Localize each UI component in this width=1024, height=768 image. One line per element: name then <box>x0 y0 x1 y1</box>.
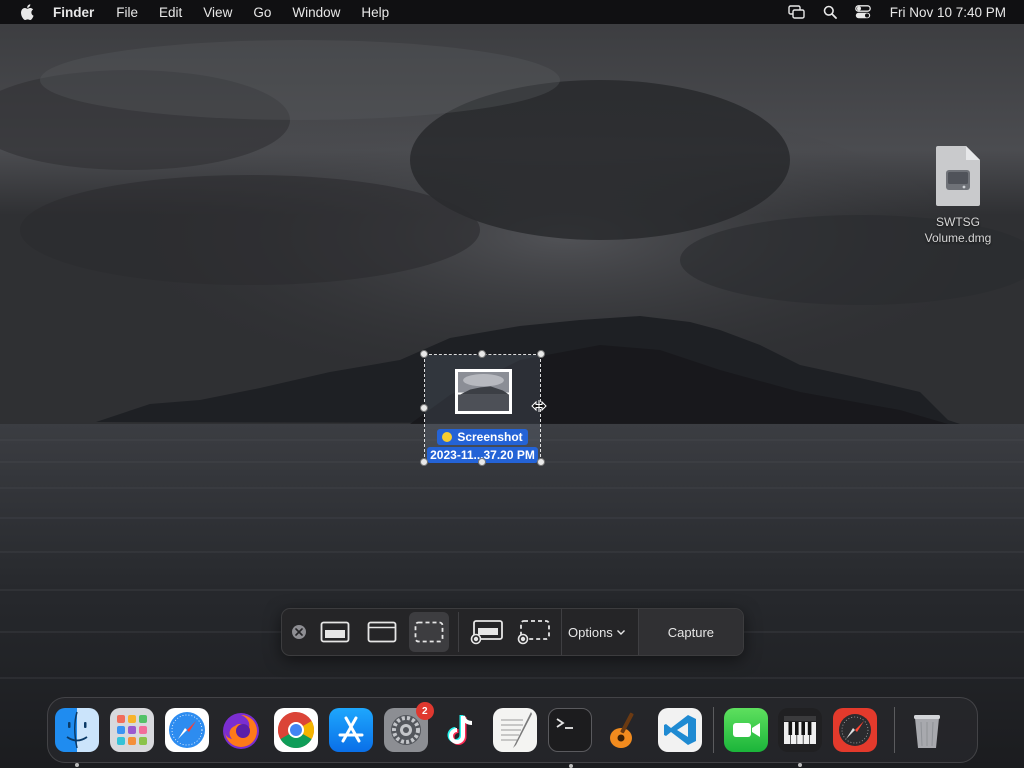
capture-selection-icon <box>414 621 444 643</box>
safari-icon <box>168 712 205 748</box>
textedit-icon <box>501 712 533 748</box>
piano-icon <box>784 716 817 744</box>
dock-facetime[interactable] <box>723 708 768 752</box>
dock-tiktok[interactable] <box>439 708 483 752</box>
desktop-file-name-line2: Volume.dmg <box>924 231 992 245</box>
firefox-icon <box>223 713 260 749</box>
desktop-file-swtsg-volume[interactable]: SWTSG Volume.dmg <box>910 144 1006 246</box>
options-dropdown[interactable]: Options <box>561 609 638 655</box>
record-selection-icon <box>517 620 550 645</box>
menu-file[interactable]: File <box>116 5 138 20</box>
capture-entire-screen-button[interactable] <box>315 612 355 652</box>
menu-app-name[interactable]: Finder <box>53 5 94 20</box>
resize-handle-top[interactable] <box>478 350 486 358</box>
finder-icon <box>66 711 88 749</box>
spotlight-search-icon[interactable] <box>820 2 840 22</box>
menu-bar-clock[interactable]: Fri Nov 10 7:40 PM <box>890 5 1006 20</box>
screenshot-selection-area[interactable]: Screenshot 2023-11...37.20 PM <box>424 354 541 463</box>
menu-go[interactable]: Go <box>253 5 271 20</box>
dock-app-store[interactable] <box>328 708 373 752</box>
disk-image-icon <box>936 146 980 206</box>
resize-handle-left[interactable] <box>420 404 428 412</box>
resize-handle-top-left[interactable] <box>420 350 428 358</box>
dock-separator <box>893 707 895 753</box>
record-selection-button[interactable] <box>514 612 554 652</box>
dock: 2 <box>47 697 978 768</box>
facetime-icon <box>732 723 760 737</box>
dock-piano[interactable] <box>778 708 823 767</box>
resize-handle-top-right[interactable] <box>537 350 545 358</box>
toolbar-divider <box>458 612 459 652</box>
resize-handle-bottom[interactable] <box>478 458 486 466</box>
notification-badge: 2 <box>415 702 434 720</box>
capture-selection-button[interactable] <box>409 612 449 652</box>
capture-entire-screen-icon <box>320 621 350 643</box>
launchpad-icon <box>116 715 147 745</box>
tiktok-icon <box>447 715 472 745</box>
dock-terminal[interactable] <box>548 708 593 768</box>
dock-vscode[interactable] <box>657 708 702 752</box>
horizontal-resize-cursor-icon <box>531 400 547 412</box>
dock-chrome[interactable] <box>274 708 319 752</box>
menu-bar: Finder File Edit View Go Window Help Fri… <box>0 0 1024 24</box>
record-entire-screen-button[interactable] <box>467 612 507 652</box>
chevron-down-icon <box>616 630 625 635</box>
menu-window[interactable]: Window <box>292 5 340 20</box>
resize-handle-bottom-left[interactable] <box>420 458 428 466</box>
close-icon[interactable] <box>292 625 306 639</box>
desktop-file-name-line1: SWTSG <box>935 215 980 229</box>
screenshot-thumbnail-image <box>458 372 509 411</box>
menu-edit[interactable]: Edit <box>159 5 182 20</box>
terminal-icon <box>556 718 574 729</box>
vscode-icon <box>663 715 696 745</box>
desktop-file-label: SWTSG Volume.dmg <box>925 214 992 246</box>
apple-menu-icon[interactable] <box>18 3 36 21</box>
dock-launchpad[interactable] <box>109 708 154 752</box>
dock-textedit[interactable] <box>493 708 538 752</box>
app-store-icon <box>338 716 364 743</box>
menu-view[interactable]: View <box>203 5 232 20</box>
record-entire-screen-icon <box>470 620 503 645</box>
dock-separator <box>712 707 714 753</box>
dock-compass[interactable] <box>833 708 878 752</box>
trash-icon <box>913 715 940 748</box>
screen-mirroring-icon[interactable] <box>787 2 807 22</box>
menu-help[interactable]: Help <box>361 5 389 20</box>
capture-window-button[interactable] <box>362 612 402 652</box>
dock-safari[interactable] <box>164 708 209 752</box>
yellow-tag-icon <box>442 432 453 442</box>
dock-garageband[interactable] <box>603 708 647 752</box>
chrome-icon <box>278 712 315 749</box>
garageband-icon <box>609 712 634 748</box>
running-indicator <box>75 763 79 767</box>
capture-window-icon <box>367 621 397 643</box>
screenshot-thumbnail[interactable] <box>455 369 512 414</box>
dock-system-settings[interactable]: 2 <box>383 702 434 752</box>
control-center-icon[interactable] <box>853 2 873 22</box>
dock-finder[interactable] <box>55 708 99 767</box>
dock-firefox[interactable] <box>219 708 263 752</box>
capture-button[interactable]: Capture <box>637 609 743 655</box>
screenshot-title: Screenshot <box>457 430 523 444</box>
screenshot-title-pill: Screenshot <box>437 429 528 445</box>
options-label: Options <box>568 624 613 640</box>
dock-trash[interactable] <box>905 708 949 752</box>
compass-icon <box>839 714 872 746</box>
resize-handle-bottom-right[interactable] <box>537 458 545 466</box>
screenshot-toolbar: Options Capture <box>281 608 744 656</box>
